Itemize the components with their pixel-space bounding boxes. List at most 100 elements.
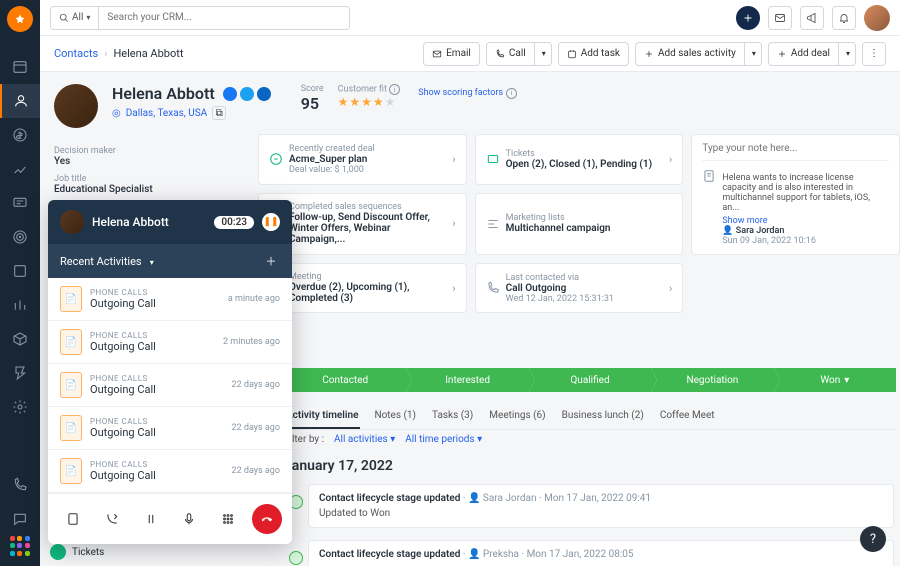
lists-icon	[486, 217, 500, 231]
leftnav-tickets[interactable]: Tickets	[50, 544, 104, 560]
nav-automation-icon[interactable]	[0, 356, 40, 390]
tab-meetings[interactable]: Meetings (6)	[487, 404, 547, 429]
call-button[interactable]: Call	[486, 42, 534, 66]
app-logo[interactable]	[7, 6, 33, 32]
card-lists[interactable]: Marketing listsMultichannel campaign	[475, 193, 684, 256]
mail-icon[interactable]	[768, 6, 792, 30]
fit-stars: ★★★★★	[338, 95, 401, 109]
nav-settings-icon[interactable]	[0, 390, 40, 424]
stage-contacted[interactable]: Contacted	[284, 368, 406, 392]
filter-activities[interactable]: All activities ▾	[334, 434, 395, 445]
call-avatar	[60, 210, 84, 234]
contact-location[interactable]: Dallas, Texas, USA	[126, 108, 207, 119]
timeline-date-heading: January 17, 2022	[284, 458, 393, 474]
nav-reports-icon[interactable]	[0, 152, 40, 186]
note-icon	[702, 169, 716, 183]
search: All	[50, 6, 350, 30]
breadcrumb-root[interactable]: Contacts	[54, 47, 98, 60]
nav-contacts-icon[interactable]	[0, 84, 40, 118]
chevron-down-icon	[150, 255, 154, 268]
adddeal-dropdown[interactable]	[838, 42, 856, 66]
nav-products-icon[interactable]	[0, 254, 40, 288]
facebook-icon[interactable]	[223, 87, 237, 101]
tab-coffee[interactable]: Coffee Meet	[658, 404, 717, 429]
hold-icon[interactable]	[136, 504, 166, 534]
tab-notes[interactable]: Notes (1)	[372, 404, 418, 429]
adddeal-button[interactable]: Add deal	[768, 42, 838, 66]
end-call-button[interactable]	[252, 504, 282, 534]
announce-icon[interactable]	[800, 6, 824, 30]
note-date: Sun 09 Jan, 2022 10:16	[722, 236, 889, 246]
notes-icon[interactable]	[58, 504, 88, 534]
user-avatar[interactable]	[864, 5, 890, 31]
call-list-item[interactable]: 📄PHONE CALLSOutgoing Call22 days ago	[48, 364, 292, 407]
mute-icon[interactable]	[174, 504, 204, 534]
dialpad-icon[interactable]	[213, 504, 243, 534]
stage-won[interactable]: Won ▾	[774, 368, 896, 392]
addsales-button[interactable]: Add sales activity	[635, 42, 744, 66]
search-scope-selector[interactable]: All	[51, 7, 99, 29]
addsales-dropdown[interactable]	[744, 42, 762, 66]
card-last-contacted[interactable]: Last contacted viaCall OutgoingWed 12 Ja…	[475, 263, 684, 313]
card-recent-deal[interactable]: Recently created dealAcme_Super planDeal…	[258, 134, 467, 185]
call-list-item[interactable]: 📄PHONE CALLSOutgoing Call22 days ago	[48, 450, 292, 493]
call-list-item[interactable]: 📄PHONE CALLSOutgoing Calla minute ago	[48, 278, 292, 321]
note-author: 👤 Sara Jordan	[722, 226, 784, 236]
call-tab-recent[interactable]: Recent Activities	[60, 255, 154, 268]
call-list-item[interactable]: 📄PHONE CALLSOutgoing Call22 days ago	[48, 407, 292, 450]
stage-negotiation[interactable]: Negotiation	[651, 368, 773, 392]
chevron-right-icon: ›	[104, 47, 107, 60]
info-icon[interactable]: i	[506, 88, 517, 99]
bell-icon[interactable]	[832, 6, 856, 30]
linkedin-icon[interactable]	[257, 87, 271, 101]
transfer-icon[interactable]	[97, 504, 127, 534]
tab-tasks[interactable]: Tasks (3)	[430, 404, 475, 429]
show-more-link[interactable]: Show more	[722, 216, 767, 226]
nav-analytics-icon[interactable]	[0, 288, 40, 322]
timeline-dot-icon	[289, 551, 303, 565]
timeline-item[interactable]: Contact lifecycle stage updated · 👤 Sara…	[308, 484, 894, 528]
tab-lunch[interactable]: Business lunch (2)	[560, 404, 646, 429]
addtask-button[interactable]: Add task	[558, 42, 629, 66]
nav-conversations-icon[interactable]	[0, 186, 40, 220]
add-activity-button[interactable]: ＋	[262, 252, 280, 270]
call-list-item[interactable]: 📄PHONE CALLSOutgoing Call2 minutes ago	[48, 321, 292, 364]
stage-interested[interactable]: Interested	[406, 368, 528, 392]
nav-inventory-icon[interactable]	[0, 322, 40, 356]
nav-phone-icon[interactable]	[0, 468, 40, 502]
more-actions-button[interactable]: ⋮	[862, 42, 886, 66]
contact-avatar[interactable]	[54, 84, 98, 128]
tab-activity[interactable]: Activity timeline	[284, 404, 360, 429]
detail-label: Job title	[54, 174, 234, 184]
note-input[interactable]	[702, 143, 889, 154]
nav-deals-icon[interactable]	[0, 118, 40, 152]
call-controls	[48, 493, 292, 544]
help-button[interactable]: ?	[860, 526, 886, 552]
pause-icon[interactable]: ❚❚	[262, 213, 280, 231]
card-tickets[interactable]: TicketsOpen (2), Closed (1), Pending (1)…	[475, 134, 684, 185]
call-tabs: Recent Activities ＋	[48, 244, 292, 278]
twitter-icon[interactable]	[240, 87, 254, 101]
info-icon[interactable]: i	[389, 84, 400, 95]
email-button[interactable]: Email	[423, 42, 480, 66]
search-input[interactable]	[99, 7, 349, 29]
breadcrumb: Contacts › Helena Abbott	[54, 47, 183, 60]
scoring-factors-link[interactable]: Show scoring factors	[418, 88, 503, 98]
phone-doc-icon: 📄	[60, 458, 82, 484]
call-widget: Helena Abbott 00:23 ❚❚ Recent Activities…	[48, 200, 292, 544]
copy-icon[interactable]: ⧉	[212, 106, 226, 120]
tickets-icon	[486, 152, 500, 166]
new-button[interactable]	[736, 6, 760, 30]
nav-chat-icon[interactable]	[0, 502, 40, 536]
app-switcher-icon[interactable]	[10, 536, 30, 556]
call-activity-list: 📄PHONE CALLSOutgoing Calla minute ago 📄P…	[48, 278, 292, 493]
nav-dashboard-icon[interactable]	[0, 50, 40, 84]
call-dropdown[interactable]	[534, 42, 552, 66]
social-links	[223, 87, 271, 101]
score-label: Score	[301, 84, 324, 94]
stage-qualified[interactable]: Qualified	[529, 368, 651, 392]
nav-goals-icon[interactable]	[0, 220, 40, 254]
target-icon: ◎	[112, 108, 121, 119]
timeline-item[interactable]: Contact lifecycle stage updated · 👤 Prek…	[308, 540, 894, 566]
filter-periods[interactable]: All time periods ▾	[405, 434, 482, 445]
